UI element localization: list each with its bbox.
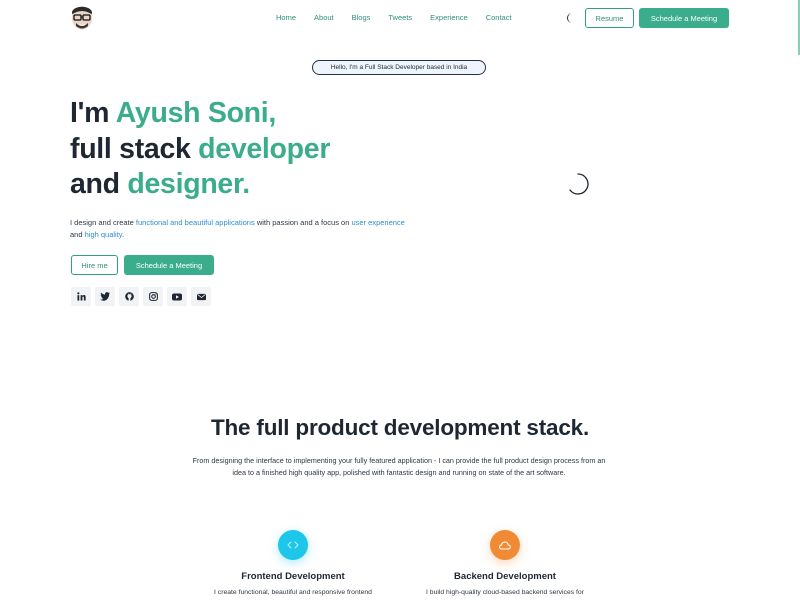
desc-text-2: with passion and a focus on	[254, 218, 352, 227]
twitter-icon[interactable]	[95, 287, 115, 306]
schedule-meeting-hero-button[interactable]: Schedule a Meeting	[124, 255, 214, 275]
schedule-meeting-nav-button[interactable]: Schedule a Meeting	[639, 8, 729, 28]
hero-line2-accent: developer	[198, 132, 331, 165]
nav-link-experience[interactable]: Experience	[430, 13, 468, 23]
hero-heading: I'm Ayush Soni, full stack developer and…	[70, 96, 450, 203]
instagram-icon[interactable]	[143, 287, 163, 306]
hero-name: Ayush Soni,	[115, 97, 277, 129]
nav-link-about[interactable]: About	[314, 13, 334, 23]
stack-section-description: From designing the interface to implemen…	[192, 456, 606, 477]
moon-icon[interactable]	[565, 12, 575, 24]
youtube-icon[interactable]	[167, 287, 187, 306]
nav-link-contact[interactable]: Contact	[486, 13, 512, 23]
linkedin-icon[interactable]	[71, 287, 91, 306]
mail-icon[interactable]	[191, 287, 211, 306]
desc-link-quality[interactable]: high quality	[85, 230, 122, 239]
code-icon	[278, 530, 308, 560]
hero-line3-accent: designer.	[127, 168, 250, 200]
frontend-card-title: Frontend Development	[241, 571, 345, 582]
intro-badge: Hello, I'm a Full Stack Developer based …	[312, 60, 486, 75]
stack-section-title: The full product development stack.	[210, 415, 590, 440]
hire-me-button[interactable]: Hire me	[71, 255, 118, 275]
nav-link-tweets[interactable]: Tweets	[388, 13, 412, 23]
nav-link-home[interactable]: Home	[276, 13, 296, 23]
desc-text-4: .	[122, 230, 125, 239]
github-icon[interactable]	[119, 287, 139, 306]
hero-line3-dark: and	[70, 168, 128, 200]
nav-link-blogs[interactable]: Blogs	[352, 13, 371, 23]
top-nav: Home About Blogs Tweets Experience Conta…	[0, 0, 800, 55]
nav-links: Home About Blogs Tweets Experience Conta…	[276, 13, 530, 23]
backend-card-text: I build high-quality cloud-based backend…	[426, 589, 584, 596]
desc-text-3: and	[70, 230, 85, 239]
hero-description: I design and create functional and beaut…	[70, 217, 410, 241]
backend-card-title: Backend Development	[454, 571, 556, 582]
social-links	[71, 287, 211, 306]
avatar-logo-icon[interactable]	[70, 5, 94, 31]
frontend-card-text: I create functional, beautiful and respo…	[214, 589, 372, 596]
desc-link-applications[interactable]: functional and beautiful applications	[136, 218, 255, 227]
loading-spinner-icon	[569, 173, 589, 195]
cloud-icon	[490, 530, 520, 560]
hero-line1-dark: I'm	[70, 97, 116, 129]
resume-button[interactable]: Resume	[585, 8, 634, 28]
desc-link-ux[interactable]: user experience	[351, 218, 404, 227]
desc-text-1: I design and create	[70, 218, 136, 227]
hero-line2-dark: full stack	[70, 132, 199, 165]
